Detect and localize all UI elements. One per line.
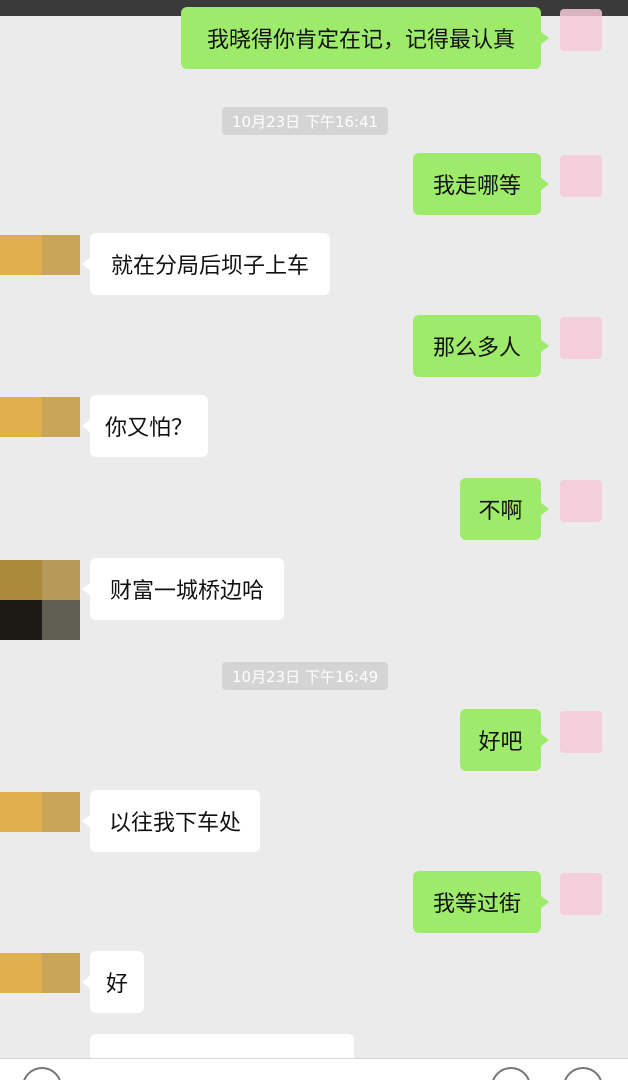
more-plus-icon[interactable] (563, 1067, 603, 1080)
message-row-sent: 不啊 (0, 478, 628, 540)
message-bubble-sent[interactable]: 我晓得你肯定在记，记得最认真 (181, 7, 549, 69)
my-avatar[interactable] (560, 711, 602, 753)
chat-screen: 我晓得你肯定在记，记得最认真 10月23日 下午16:41 我走哪等 就在分局后… (0, 0, 628, 1080)
message-bubble-received[interactable]: 就在分局后坝子上车 (82, 233, 330, 295)
voice-toggle-icon[interactable] (22, 1067, 62, 1080)
timestamp: 10月23日 下午16:41 (222, 107, 389, 135)
message-bubble-received-partial[interactable] (90, 1034, 354, 1058)
timestamp: 10月23日 下午16:49 (222, 662, 389, 690)
my-avatar[interactable] (560, 480, 602, 522)
chat-history[interactable]: 我晓得你肯定在记，记得最认真 10月23日 下午16:41 我走哪等 就在分局后… (0, 0, 628, 1058)
message-bubble-sent[interactable]: 不啊 (460, 478, 549, 540)
message-bubble-received[interactable]: 财富一城桥边哈 (82, 558, 284, 620)
message-row-received: 就在分局后坝子上车 (0, 233, 628, 295)
message-row-sent: 好吧 (0, 709, 628, 771)
contact-avatar[interactable] (0, 792, 80, 832)
contact-avatar[interactable] (0, 235, 80, 275)
message-bubble-received[interactable]: 好 (82, 951, 144, 1013)
my-avatar[interactable] (560, 873, 602, 915)
contact-avatar[interactable] (0, 560, 80, 640)
message-bubble-sent[interactable]: 好吧 (460, 709, 549, 771)
contact-avatar[interactable] (0, 397, 80, 437)
message-row-received: 财富一城桥边哈 (0, 558, 628, 640)
my-avatar[interactable] (560, 317, 602, 359)
message-bubble-sent[interactable]: 我走哪等 (413, 153, 549, 215)
message-row-sent: 那么多人 (0, 315, 628, 377)
message-row-sent: 我等过街 (0, 871, 628, 933)
timestamp-row: 10月23日 下午16:41 (0, 107, 628, 135)
my-avatar[interactable] (560, 155, 602, 197)
message-bubble-sent[interactable]: 那么多人 (413, 315, 549, 377)
message-row-sent: 我走哪等 (0, 153, 628, 215)
emoji-icon[interactable] (491, 1067, 531, 1080)
contact-avatar[interactable] (0, 953, 80, 993)
message-row-received: 你又怕？ (0, 395, 628, 457)
message-row-received: 好 (0, 951, 628, 1013)
message-row-sent: 我晓得你肯定在记，记得最认真 (0, 7, 628, 69)
message-bubble-received[interactable]: 以往我下车处 (82, 790, 260, 852)
my-avatar[interactable] (560, 9, 602, 51)
message-bubble-received[interactable]: 你又怕？ (82, 395, 208, 457)
message-row-received: 以往我下车处 (0, 790, 628, 852)
message-bubble-sent[interactable]: 我等过街 (413, 871, 549, 933)
input-toolbar (0, 1058, 628, 1080)
timestamp-row: 10月23日 下午16:49 (0, 662, 628, 690)
